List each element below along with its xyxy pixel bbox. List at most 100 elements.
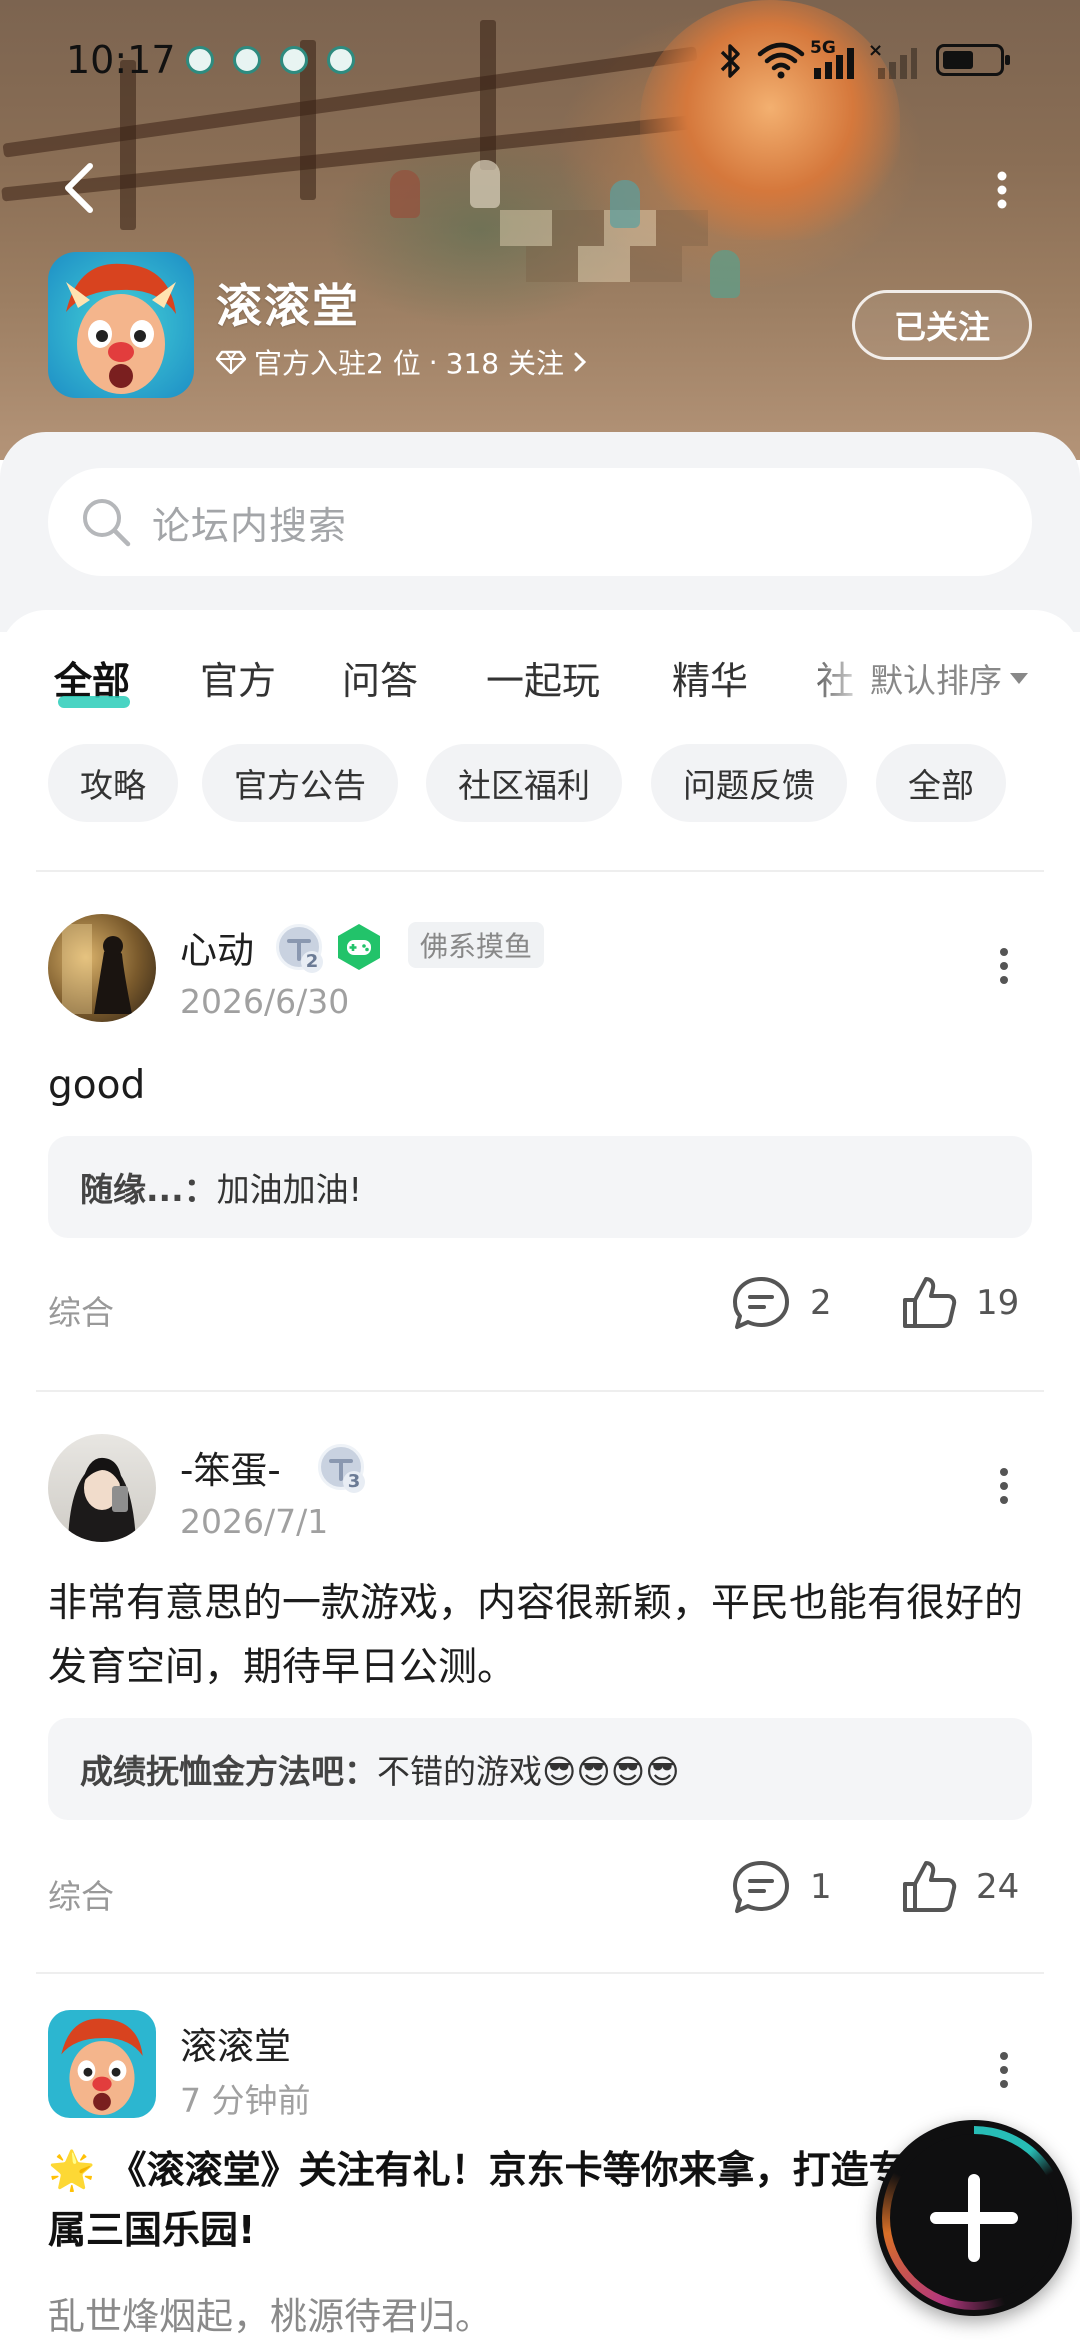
follower-count-text: 318 关注 <box>445 347 564 380</box>
post-body[interactable]: 乱世烽烟起，桃源待君归。 <box>48 2286 492 2340</box>
chip-feedback[interactable]: 问题反馈 <box>651 744 847 822</box>
like-count: 24 <box>976 1867 1020 1907</box>
bluetooth-icon <box>720 44 740 78</box>
comment-icon <box>733 1277 789 1329</box>
comment-count: 2 <box>810 1283 832 1323</box>
notification-icon <box>186 46 214 74</box>
banner-chess-piece <box>470 160 500 208</box>
sort-label: 默认排序 <box>870 661 1002 700</box>
post-body[interactable]: good <box>48 1054 1038 1118</box>
chip-community-benefits[interactable]: 社区福利 <box>426 744 622 822</box>
tab-scroll-fade <box>800 640 870 710</box>
post-more-icon[interactable] <box>996 2050 1012 2090</box>
notification-icon <box>233 46 261 74</box>
user-title-tag: 佛系摸鱼 <box>408 922 545 968</box>
reply-author: 成绩抚恤金方法吧： <box>80 1752 377 1791</box>
level-badge: 2 <box>276 924 323 973</box>
search-icon <box>83 499 131 547</box>
avatar[interactable] <box>48 914 156 1022</box>
post-title-text: 《滚滚堂》关注有礼！京东卡等你来拿，打造专属三国乐园! <box>48 2148 907 2252</box>
reply-text: 加油加油! <box>216 1170 362 1209</box>
battery-level <box>943 51 973 69</box>
forum-app-icon <box>48 252 194 398</box>
star-emoji: 🌟 <box>48 2148 96 2192</box>
meta-separator: · <box>428 345 438 379</box>
divider <box>36 1972 1044 1974</box>
like-count: 19 <box>976 1283 1020 1323</box>
post-date: 2026/7/1 <box>180 1502 329 1541</box>
forum-title: 滚滚堂 <box>216 279 360 333</box>
banner-board-tile <box>630 246 682 282</box>
status-time: 10:17 <box>66 38 176 82</box>
banner-board-tile <box>552 210 604 246</box>
like-button[interactable]: 24 <box>900 1858 1019 1916</box>
forum-header: 10:17 5G × 滚滚堂 官方入驻2 位 · 318 关注 已关注 <box>0 0 1080 460</box>
username[interactable]: 滚滚堂 <box>180 2016 291 2070</box>
divider <box>36 870 1044 872</box>
game-badge-icon <box>338 924 380 970</box>
chevron-right-icon <box>574 352 587 372</box>
banner-chess-piece <box>610 180 640 228</box>
svg-text:×: × <box>868 40 883 61</box>
post-category: 综合 <box>48 1877 114 1916</box>
more-options-icon[interactable] <box>990 170 1014 210</box>
post-title[interactable]: 🌟 《滚滚堂》关注有礼！京东卡等你来拿，打造专属三国乐园! <box>48 2140 908 2260</box>
notification-icon <box>327 46 355 74</box>
chip-all[interactable]: 全部 <box>876 744 1006 822</box>
thumbs-up-icon <box>903 1277 957 1328</box>
divider <box>36 1390 1044 1392</box>
tab-qa[interactable]: 问答 <box>342 650 418 705</box>
username[interactable]: 心动 <box>180 920 254 974</box>
tab-official[interactable]: 官方 <box>200 650 276 705</box>
reply-author: 随缘...： <box>80 1170 217 1209</box>
banner-board-tile <box>500 210 552 246</box>
post-body[interactable]: 非常有意思的一款游戏，内容很新颖，平民也能有很好的发育空间，期待早日公测。 <box>48 1572 1038 1700</box>
status-bar: 10:17 5G × <box>0 0 1080 120</box>
avatar[interactable] <box>48 2010 156 2118</box>
banner-chess-piece <box>390 170 420 218</box>
forum-meta[interactable]: 官方入驻2 位 · 318 关注 <box>216 342 588 382</box>
post-more-icon[interactable] <box>996 946 1012 986</box>
post-category: 综合 <box>48 1293 114 1332</box>
chip-guides[interactable]: 攻略 <box>48 744 178 822</box>
sort-dropdown[interactable]: 默认排序 <box>870 654 1028 702</box>
active-tab-indicator <box>58 696 130 708</box>
comment-button[interactable]: 2 <box>730 1274 832 1332</box>
wifi-icon <box>757 42 805 79</box>
official-count-text: 官方入驻2 位 <box>254 347 421 380</box>
post-date: 7 分钟前 <box>180 2081 311 2120</box>
search-placeholder: 论坛内搜索 <box>152 503 348 548</box>
banner-chess-piece <box>710 250 740 298</box>
signal-icon <box>814 48 854 79</box>
avatar[interactable] <box>48 1434 156 1542</box>
diamond-icon <box>216 350 246 374</box>
level-number: 3 <box>343 1471 365 1493</box>
tab-play-together[interactable]: 一起玩 <box>486 650 600 705</box>
comment-icon <box>733 1861 789 1913</box>
top-reply[interactable]: 随缘...： 加油加油! <box>48 1136 1032 1238</box>
comment-button[interactable]: 1 <box>730 1858 832 1916</box>
signal-icon: × <box>868 40 917 79</box>
level-badge: 3 <box>318 1444 365 1493</box>
username[interactable]: -笨蛋- <box>180 1440 281 1494</box>
thumbs-up-icon <box>903 1861 957 1912</box>
caret-down-icon <box>1010 672 1028 684</box>
post-more-icon[interactable] <box>996 1466 1012 1506</box>
like-button[interactable]: 19 <box>900 1274 1019 1332</box>
chip-official-announcements[interactable]: 官方公告 <box>202 744 398 822</box>
battery-icon <box>936 44 1010 76</box>
level-number: 2 <box>301 951 323 973</box>
post-list-sheet: 全部 官方 问答 一起玩 精华 社 默认排序 攻略 官方公告 社区福利 问题反馈… <box>0 610 1080 2340</box>
reply-text: 不错的游戏😎😎😎😎 <box>377 1752 680 1791</box>
compose-post-button[interactable] <box>876 2120 1072 2316</box>
back-icon[interactable] <box>56 160 104 216</box>
plus-icon <box>930 2174 1018 2262</box>
search-input[interactable]: 论坛内搜索 <box>48 468 1032 576</box>
notification-icon <box>280 46 308 74</box>
follow-button[interactable]: 已关注 <box>852 290 1032 360</box>
top-reply[interactable]: 成绩抚恤金方法吧： 不错的游戏😎😎😎😎 <box>48 1718 1032 1820</box>
banner-board-tile <box>578 246 630 282</box>
banner-board-tile <box>526 246 578 282</box>
search-panel: 论坛内搜索 <box>0 432 1080 632</box>
tab-featured[interactable]: 精华 <box>672 650 748 705</box>
